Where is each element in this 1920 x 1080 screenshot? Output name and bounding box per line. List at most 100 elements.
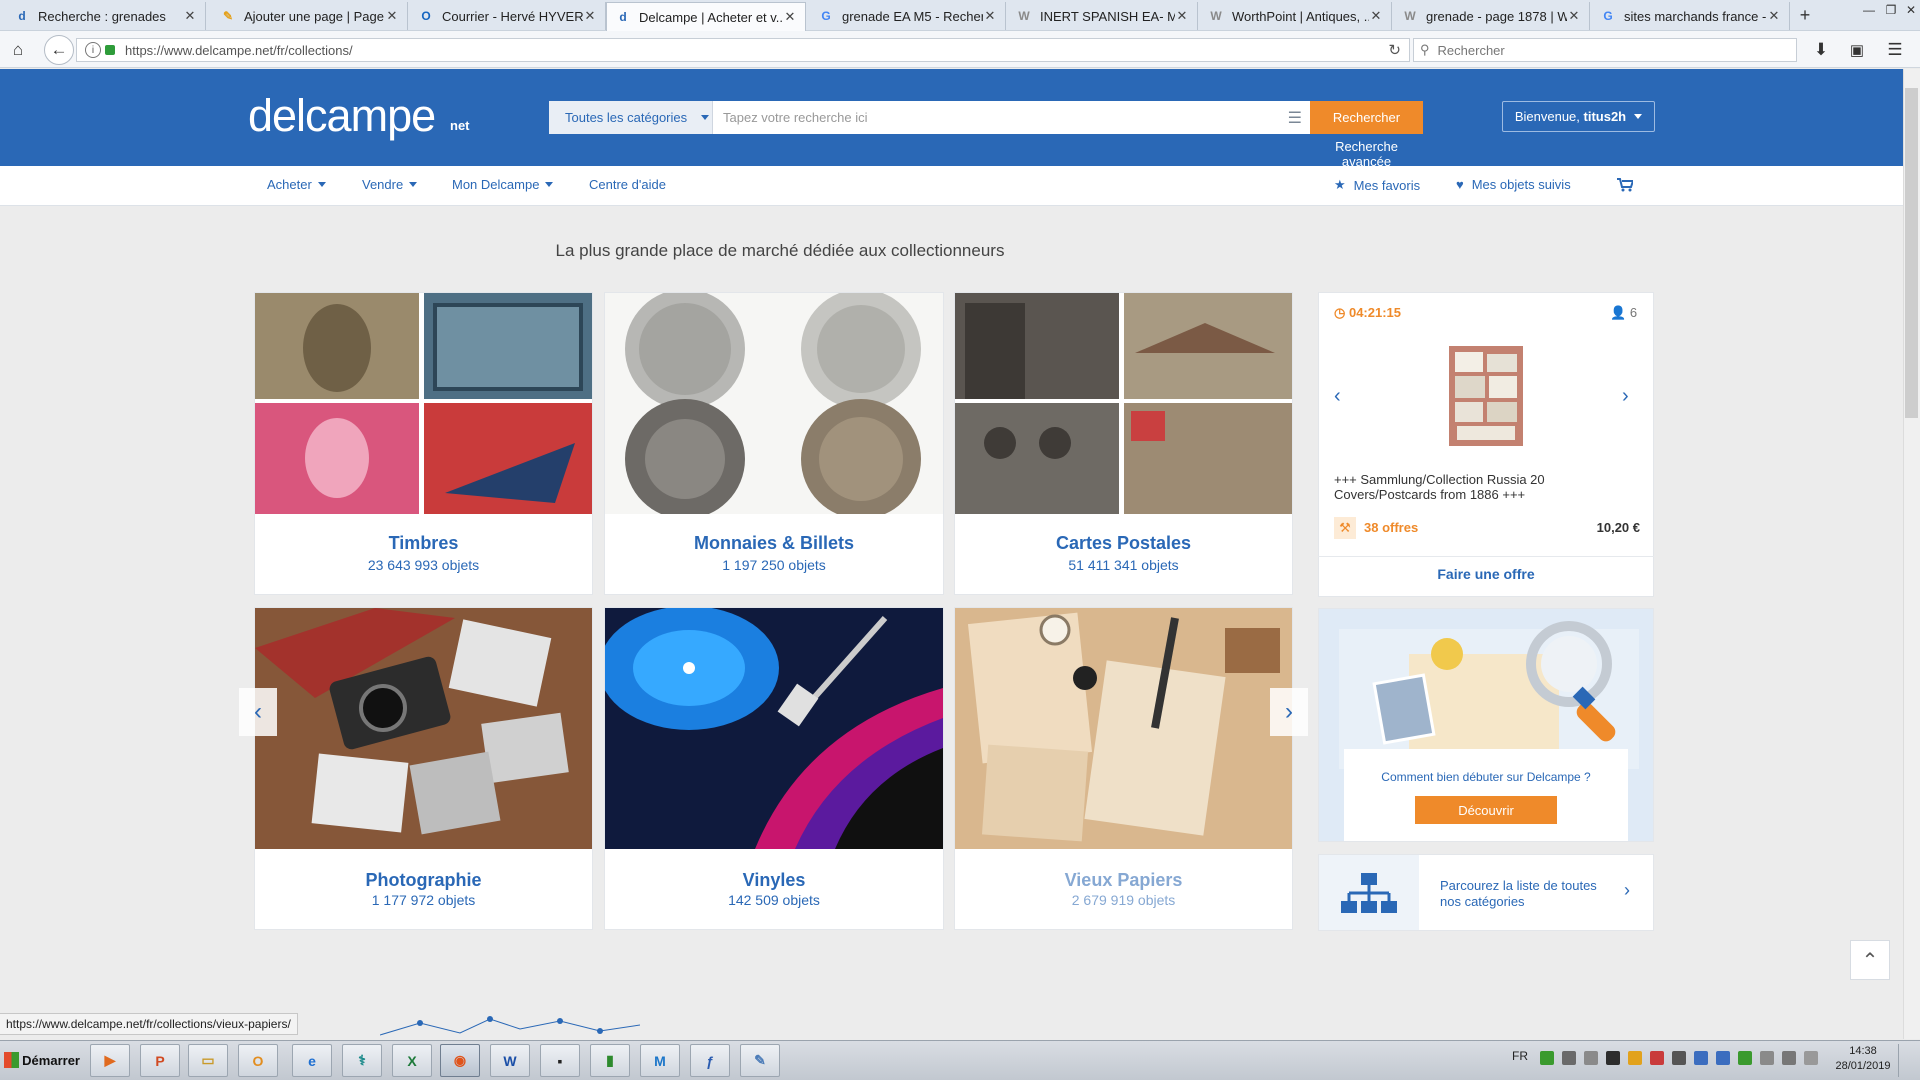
minimize-icon[interactable]: —	[1858, 2, 1880, 18]
tray-app-icon[interactable]	[1540, 1051, 1554, 1065]
category-card-timbres[interactable]: Timbres 23 643 993 objets	[254, 292, 593, 595]
favorites-link[interactable]: ★ Mes favoris	[1334, 177, 1420, 193]
category-card-vinyles[interactable]: Vinyles 142 509 objets	[604, 607, 944, 930]
tab-title: sites marchands france -...	[1624, 8, 1767, 24]
menu-icon[interactable]: ☰	[1880, 35, 1910, 65]
nav-acheter[interactable]: Acheter	[267, 177, 326, 192]
start-button[interactable]: Démarrer	[2, 1044, 80, 1076]
paint-icon[interactable]: ✎	[740, 1044, 780, 1077]
internet-explorer-icon[interactable]: e	[292, 1044, 332, 1077]
filter-sliders-icon[interactable]: ☰	[1288, 108, 1302, 128]
tray-network-icon[interactable]	[1562, 1051, 1576, 1065]
powerpoint-icon[interactable]: P	[140, 1044, 180, 1077]
tray-printer-icon[interactable]	[1584, 1051, 1598, 1065]
category-card-vieux-papiers[interactable]: Vieux Papiers 2 679 919 objets	[954, 607, 1293, 930]
category-name: Timbres	[388, 533, 459, 553]
postcards-image	[955, 293, 1292, 514]
show-desktop-button[interactable]	[1898, 1044, 1918, 1077]
category-count: 2 679 919 objets	[1071, 892, 1176, 908]
word-icon[interactable]: W	[490, 1044, 530, 1077]
browser-tab[interactable]: W WorthPoint | Antiques, ... ✕	[1200, 2, 1392, 30]
tray-monitor-icon[interactable]	[1694, 1051, 1708, 1065]
category-card-monnaies[interactable]: Monnaies & Billets 1 197 250 objets	[604, 292, 944, 595]
media-player-icon[interactable]: ▶	[90, 1044, 130, 1077]
firefox-icon[interactable]: ◉	[440, 1044, 480, 1077]
app-fx-icon[interactable]: ƒ	[690, 1044, 730, 1077]
browser-tab[interactable]: d Recherche : grenades ✕	[6, 2, 206, 30]
tray-battery-icon[interactable]	[1606, 1051, 1620, 1065]
file-explorer-icon[interactable]: ▭	[188, 1044, 228, 1077]
close-tab-icon[interactable]: ✕	[1767, 8, 1781, 24]
scrollbar-thumb[interactable]	[1905, 88, 1918, 418]
close-tab-icon[interactable]: ✕	[385, 8, 399, 24]
taskbar-clock[interactable]: 14:38 28/01/2019	[1830, 1044, 1896, 1074]
close-window-icon[interactable]: ✕	[1900, 2, 1920, 18]
language-indicator[interactable]: FR	[1512, 1049, 1528, 1063]
tab-title: INERT SPANISH EA- M5 ...	[1040, 8, 1175, 24]
category-card-photographie[interactable]: Photographie 1 177 972 objets	[254, 607, 593, 930]
search-input[interactable]: Tapez votre recherche ici ☰	[713, 101, 1310, 134]
close-tab-icon[interactable]: ✕	[1567, 8, 1581, 24]
search-button[interactable]: Rechercher	[1310, 101, 1423, 134]
browser-tab[interactable]: Gsites marchands france -... ✕	[1592, 2, 1790, 30]
browser-tab[interactable]: O Courrier - Hervé HYVER... ✕	[410, 2, 606, 30]
carousel-next-button[interactable]: ›	[1270, 688, 1308, 736]
auction-item-title[interactable]: +++ Sammlung/Collection Russia 20 Covers…	[1334, 472, 1634, 502]
terminal-icon[interactable]: ▪	[540, 1044, 580, 1077]
cart-icon[interactable]	[1617, 178, 1633, 192]
make-offer-button[interactable]: Faire une offre	[1318, 566, 1654, 582]
excel-icon[interactable]: X	[392, 1044, 432, 1077]
tray-misc-icon[interactable]	[1804, 1051, 1818, 1065]
followed-items-link[interactable]: ♥ Mes objets suivis	[1456, 177, 1571, 192]
close-tab-icon[interactable]: ✕	[783, 9, 797, 25]
tray-shield-icon[interactable]	[1716, 1051, 1730, 1065]
tray-usb-icon[interactable]	[1760, 1051, 1774, 1065]
maximize-icon[interactable]: ❐	[1880, 2, 1902, 18]
auction-next-button[interactable]: ›	[1622, 385, 1642, 408]
nav-mon-delcampe[interactable]: Mon Delcampe	[452, 177, 554, 192]
nav-centre-aide[interactable]: Centre d'aide	[589, 177, 666, 192]
carousel-prev-button[interactable]: ‹	[239, 688, 277, 736]
scroll-to-top-button[interactable]: ⌃	[1850, 940, 1890, 980]
tray-security-icon[interactable]	[1650, 1051, 1664, 1065]
help-question: Comment bien débuter sur Delcampe ?	[1381, 770, 1591, 784]
browser-tab[interactable]: d Delcampe | Acheter et v... ✕	[606, 2, 806, 31]
discover-button[interactable]: Découvrir	[1415, 796, 1557, 824]
close-tab-icon[interactable]: ✕	[583, 8, 597, 24]
app-m-icon[interactable]: M	[640, 1044, 680, 1077]
browser-tab[interactable]: Wgrenade - page 1878 | W... ✕	[1394, 2, 1590, 30]
account-menu[interactable]: Bienvenue, titus2h	[1502, 101, 1655, 132]
outlook-icon[interactable]: O	[238, 1044, 278, 1077]
category-name: Vieux Papiers	[1064, 870, 1183, 890]
clock-date: 28/01/2019	[1835, 1060, 1891, 1072]
category-select[interactable]: Toutes les catégories	[549, 101, 713, 134]
tray-power-icon[interactable]	[1738, 1051, 1752, 1065]
close-tab-icon[interactable]: ✕	[183, 8, 197, 24]
app-green-icon[interactable]: ▮	[590, 1044, 630, 1077]
close-tab-icon[interactable]: ✕	[1175, 8, 1189, 24]
category-card-cartes-postales[interactable]: Cartes Postales 51 411 341 objets	[954, 292, 1293, 595]
nav-vendre[interactable]: Vendre	[362, 177, 418, 192]
delcampe-logo[interactable]: delcampe	[248, 90, 436, 142]
home-icon[interactable]: ⌂	[3, 35, 33, 65]
advanced-search-link[interactable]: Recherche avancée	[1310, 139, 1423, 169]
close-tab-icon[interactable]: ✕	[983, 8, 997, 24]
browser-tab[interactable]: Ggrenade EA M5 - Recher... ✕	[810, 2, 1006, 30]
url-bar[interactable]: i https://www.delcampe.net/fr/collection…	[76, 38, 1410, 62]
tray-sound-icon[interactable]	[1782, 1051, 1796, 1065]
tray-outlook-icon[interactable]	[1628, 1051, 1642, 1065]
new-tab-button[interactable]: +	[1795, 5, 1815, 26]
sidebar-icon[interactable]: ▣	[1842, 35, 1872, 65]
back-icon[interactable]: ←	[44, 35, 74, 65]
browser-tab[interactable]: W INERT SPANISH EA- M5 ...✕	[1008, 2, 1198, 30]
all-categories-text[interactable]: Parcourez la liste de toutes nos catégor…	[1440, 878, 1610, 910]
download-icon[interactable]: ⬇	[1806, 35, 1836, 65]
browser-tab[interactable]: ✎ Ajouter une page | Page... ✕	[212, 2, 408, 30]
auction-item-image[interactable]	[1449, 346, 1523, 446]
reload-icon[interactable]: ↻	[1388, 41, 1401, 59]
close-tab-icon[interactable]: ✕	[1369, 8, 1383, 24]
auction-prev-button[interactable]: ‹	[1334, 385, 1354, 408]
browser-search-input[interactable]: ⚲ Rechercher	[1413, 38, 1797, 62]
caduceus-app-icon[interactable]: ⚕	[342, 1044, 382, 1077]
volume-icon[interactable]	[1672, 1051, 1686, 1065]
